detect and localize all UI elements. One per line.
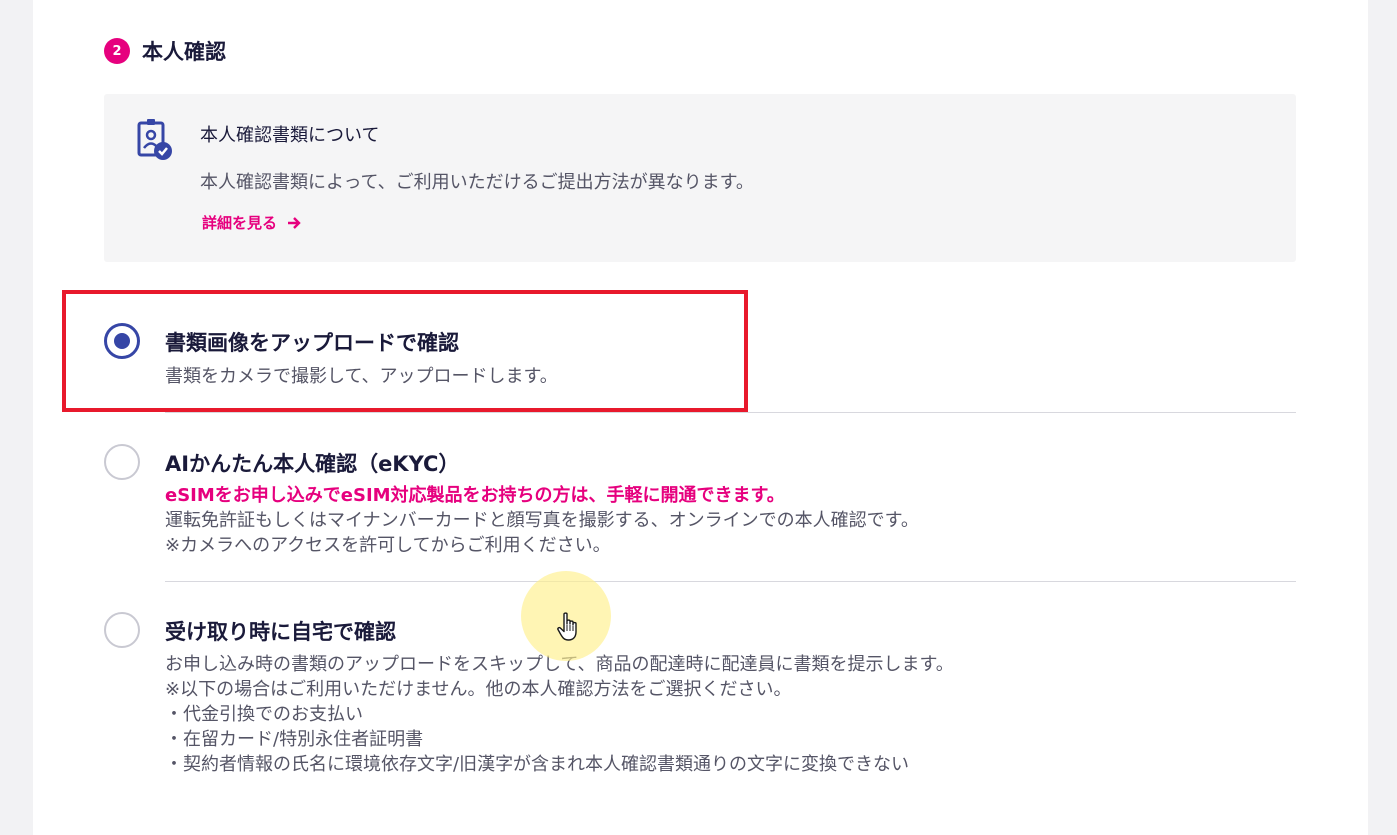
info-title: 本人確認書類について [200,125,380,146]
id-badge-check-icon [137,119,172,160]
option-description-line: 運転免許証もしくはマイナンバーカードと顔写真を撮影する、オンラインでの本人確認で… [165,510,919,531]
option-upload-documents[interactable]: 書類画像をアップロードで確認 書類をカメラで撮影して、アップロードします。 [104,320,1296,400]
section-title: 本人確認 [142,40,226,64]
divider [165,581,1296,582]
divider [165,412,1296,413]
radio-ekyc[interactable] [104,444,140,480]
option-home-delivery-check[interactable]: 受け取り時に自宅で確認 お申し込み時の書類のアップロードをスキップして、商品の配… [104,612,1296,782]
section-header: 2 本人確認 [104,36,226,66]
id-documents-info-box: 本人確認書類について 本人確認書類によって、ご利用いただけるご提出方法が異なりま… [104,94,1296,262]
step-number-badge: 2 [104,38,130,64]
radio-upload-documents[interactable] [104,323,140,359]
arrow-right-icon [288,216,301,229]
option-note-line: ※カメラへのアクセスを許可してからご利用ください。 [165,535,611,556]
option-title: 受け取り時に自宅で確認 [165,620,396,644]
option-bullet-line: ・代金引換でのお支払い [165,704,363,725]
radio-home-delivery-check[interactable] [104,612,140,648]
option-bullet-line: ・在留カード/特別永住者証明書 [165,729,424,750]
option-bullet-line: ・契約者情報の氏名に環境依存文字/旧漢字が含まれ本人確認書類通りの文字に変換でき… [165,754,910,775]
option-title: AIかんたん本人確認（eKYC） [165,452,460,476]
option-description-line: お申し込み時の書類のアップロードをスキップして、商品の配達時に配達員に書類を提示… [165,654,954,675]
option-note-line: ※以下の場合はご利用いただけません。他の本人確認方法をご選択ください。 [165,679,792,700]
option-emphasis: eSIMをお申し込みでeSIM対応製品をお持ちの方は、手軽に開通できます。 [165,485,785,506]
info-description: 本人確認書類によって、ご利用いただけるご提出方法が異なります。 [200,172,754,193]
details-link-label: 詳細を見る [202,214,278,232]
details-link[interactable]: 詳細を見る [202,212,301,233]
option-description: 書類をカメラで撮影して、アップロードします。 [165,366,558,387]
option-ekyc[interactable]: AIかんたん本人確認（eKYC） eSIMをお申し込みでeSIM対応製品をお持ち… [104,444,1296,564]
option-title: 書類画像をアップロードで確認 [165,331,459,355]
